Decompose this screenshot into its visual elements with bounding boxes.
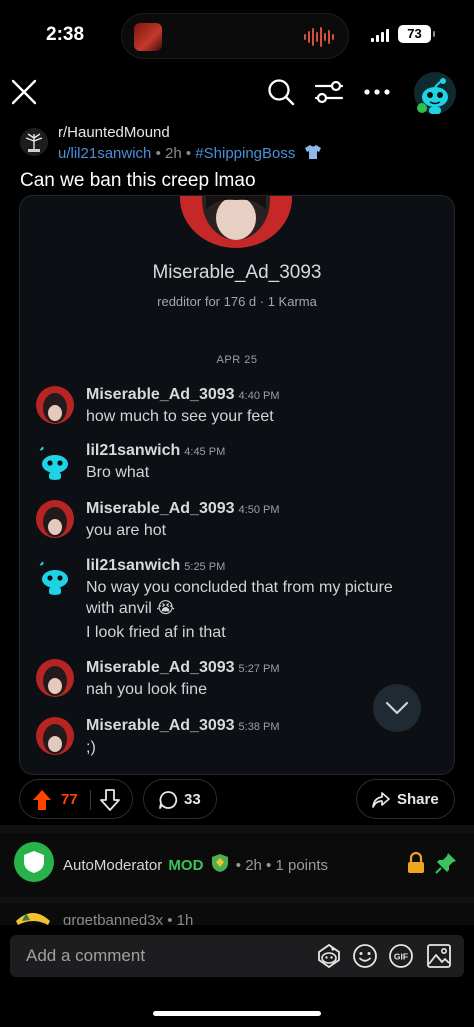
chevron-down-icon xyxy=(385,701,409,715)
comment-header: AutoModerator MOD • 2h • 1 points xyxy=(63,853,328,877)
comment-row[interactable]: AutoModerator MOD • 2h • 1 points xyxy=(0,833,474,897)
comment-author[interactable]: AutoModerator xyxy=(63,857,162,874)
vote-control: 77 xyxy=(19,779,133,819)
dm-username: lil21sanwich xyxy=(86,442,181,459)
post-author[interactable]: u/lil21sanwich xyxy=(58,145,151,162)
dm-timestamp: 5:25 PM xyxy=(184,561,226,573)
section-divider xyxy=(0,825,474,833)
mod-tag: MOD xyxy=(168,857,204,874)
comment-points: 1 points xyxy=(275,857,329,874)
post-title: Can we ban this creep lmao xyxy=(20,170,256,191)
home-indicator[interactable] xyxy=(153,1011,321,1016)
dm-username: Miserable_Ad_3093 xyxy=(86,500,235,517)
post-header-bar xyxy=(0,66,474,122)
dm-text: with anvil 😭 xyxy=(86,600,175,617)
cellular-signal-icon xyxy=(371,28,389,42)
dm-username: Miserable_Ad_3093 xyxy=(86,659,235,676)
byline-separator-2: • xyxy=(185,145,192,162)
dm-username: Miserable_Ad_3093 xyxy=(86,717,235,734)
more-icon[interactable] xyxy=(359,74,395,110)
share-icon xyxy=(371,790,391,815)
dm-text: No way you concluded that from my pictur… xyxy=(86,579,393,596)
online-status-dot xyxy=(417,100,427,113)
dm-text: you are hot xyxy=(86,522,167,539)
comment-count: 33 xyxy=(184,791,201,808)
byline-separator-2: • xyxy=(266,857,272,874)
upvote-icon[interactable] xyxy=(32,789,52,816)
close-icon[interactable] xyxy=(6,74,42,110)
lock-icon xyxy=(406,851,426,879)
status-time: 2:38 xyxy=(46,24,85,45)
shirt-icon xyxy=(304,144,322,164)
profile-picture xyxy=(180,196,292,248)
audio-waveform-icon xyxy=(304,26,334,48)
svg-text:GIF: GIF xyxy=(394,952,408,962)
user-flair: #ShippingBoss xyxy=(195,145,296,162)
comment-input[interactable]: Add a comment GIF xyxy=(10,935,464,977)
mod-badge-icon xyxy=(210,853,230,877)
dm-text: ;) xyxy=(86,739,96,756)
share-button[interactable]: Share xyxy=(356,779,455,819)
vote-divider xyxy=(90,790,91,810)
automod-avatar[interactable] xyxy=(14,842,54,882)
dm-timestamp: 4:45 PM xyxy=(184,446,226,458)
comment-placeholder: Add a comment xyxy=(26,946,146,965)
now-playing-artwork xyxy=(134,23,162,51)
dm-username: Miserable_Ad_3093 xyxy=(86,386,235,403)
snoo-avatar xyxy=(36,557,74,595)
share-label: Share xyxy=(397,791,439,808)
shield-icon xyxy=(24,851,44,873)
gif-icon[interactable]: GIF xyxy=(386,941,416,971)
dm-username: lil21sanwich xyxy=(86,557,181,574)
comments-button[interactable]: 33 xyxy=(143,779,217,819)
dm-date-separator: APR 25 xyxy=(216,354,258,366)
downvote-icon[interactable] xyxy=(100,789,120,816)
scroll-down-button[interactable] xyxy=(373,684,421,732)
dynamic-island[interactable] xyxy=(121,13,349,59)
dm-text: how much to see your feet xyxy=(86,408,274,425)
dm-profile-name: Miserable_Ad_3093 xyxy=(152,262,322,283)
byline-separator: • xyxy=(155,145,161,162)
post-action-bar: 77 33 Share xyxy=(0,779,474,821)
dm-timestamp: 4:50 PM xyxy=(238,504,280,516)
status-bar: 2:38 73 xyxy=(0,0,474,66)
dm-avatar xyxy=(36,717,74,755)
filter-icon[interactable] xyxy=(311,74,347,110)
post-age: 2h xyxy=(165,145,182,162)
snoo-avatar xyxy=(36,442,74,480)
dm-avatar xyxy=(36,500,74,538)
snoo-avatar-icon[interactable] xyxy=(314,941,344,971)
dm-avatar xyxy=(36,386,74,424)
vote-count: 77 xyxy=(61,791,78,808)
image-icon[interactable] xyxy=(424,941,454,971)
dm-text: I look fried af in that xyxy=(86,624,226,641)
battery-indicator: 73 xyxy=(398,25,435,43)
comment-age: 2h xyxy=(245,857,262,874)
search-icon[interactable] xyxy=(263,74,299,110)
post-byline: u/lil21sanwich • 2h • #ShippingBoss xyxy=(58,144,322,164)
dm-timestamp: 5:27 PM xyxy=(238,663,280,675)
subreddit-name[interactable]: r/HauntedMound xyxy=(58,124,170,141)
pin-icon xyxy=(435,852,457,879)
comment-icon xyxy=(158,790,178,815)
dm-profile-meta: redditor for 176 d · 1 Karma xyxy=(157,294,317,309)
byline-separator: • xyxy=(235,857,242,874)
dm-text: Bro what xyxy=(86,464,150,481)
dm-timestamp: 4:40 PM xyxy=(238,390,280,402)
post-image[interactable]: Miserable_Ad_3093 redditor for 176 d · 1… xyxy=(19,195,455,775)
emoji-icon[interactable] xyxy=(350,941,380,971)
dm-avatar xyxy=(36,659,74,697)
dm-text-block: No way you concluded that from my pictur… xyxy=(86,577,436,643)
subreddit-icon[interactable] xyxy=(20,128,48,156)
dm-timestamp: 5:38 PM xyxy=(238,721,280,733)
